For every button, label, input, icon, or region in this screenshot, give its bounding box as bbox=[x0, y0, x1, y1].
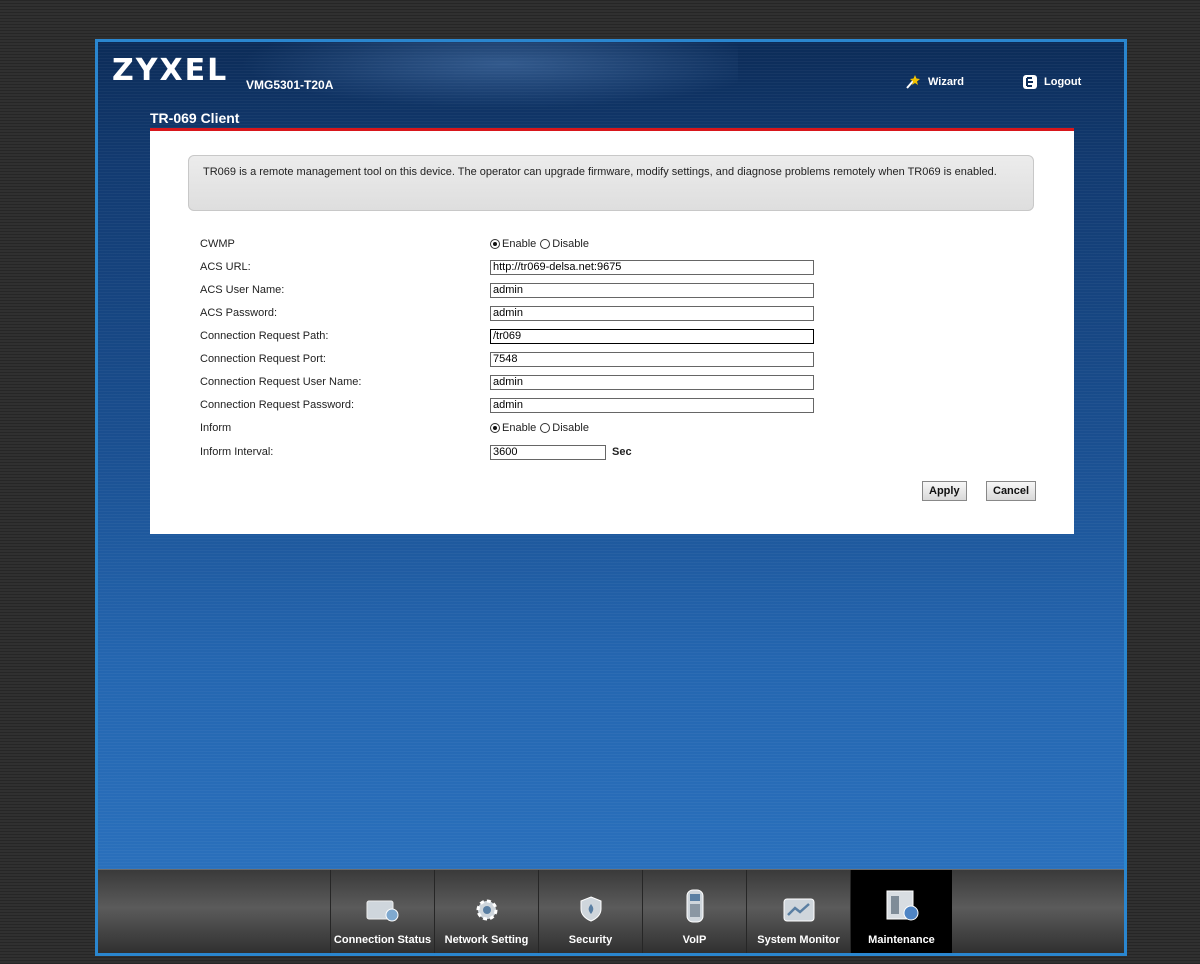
inform-interval-unit: Sec bbox=[612, 446, 632, 458]
conn-user-label: Connection Request User Name: bbox=[200, 376, 362, 388]
inform-disable-label: Disable bbox=[552, 422, 589, 434]
conn-user-input[interactable] bbox=[490, 374, 814, 390]
nav-label: Security bbox=[568, 934, 613, 946]
nav-label: System Monitor bbox=[757, 934, 840, 946]
cwmp-radio-group: Enable Disable bbox=[490, 238, 589, 250]
inform-interval-input[interactable] bbox=[490, 444, 606, 460]
acs-url-row: ACS URL: bbox=[200, 257, 1000, 277]
acs-url-input[interactable] bbox=[490, 259, 814, 275]
acs-password-label: ACS Password: bbox=[200, 307, 278, 319]
phone-icon bbox=[684, 889, 706, 926]
model-name: VMG5301-T20A bbox=[246, 78, 334, 92]
acs-user-row: ACS User Name: bbox=[200, 280, 1000, 300]
cwmp-enable-radio[interactable] bbox=[490, 239, 500, 249]
inform-enable-label: Enable bbox=[502, 422, 537, 434]
inform-label: Inform bbox=[200, 422, 232, 434]
inform-interval-label: Inform Interval: bbox=[200, 446, 274, 458]
acs-user-input[interactable] bbox=[490, 282, 814, 298]
wizard-label: Wizard bbox=[928, 76, 964, 88]
cwmp-disable-radio[interactable] bbox=[540, 239, 551, 249]
content-panel: TR069 is a remote management tool on thi… bbox=[150, 131, 1074, 534]
conn-port-label: Connection Request Port: bbox=[200, 353, 326, 365]
cwmp-label: CWMP bbox=[200, 238, 235, 250]
wizard-button[interactable]: Wizard bbox=[904, 74, 964, 90]
cwmp-enable-label: Enable bbox=[502, 238, 537, 250]
conn-path-input[interactable] bbox=[490, 328, 814, 344]
conn-user-row: Connection Request User Name: bbox=[200, 372, 1000, 392]
logout-icon bbox=[1022, 74, 1038, 90]
zyxel-logo: ZYXEL bbox=[112, 53, 229, 88]
cwmp-row: CWMP Enable Disable bbox=[200, 234, 1000, 254]
conn-password-row: Connection Request Password: bbox=[200, 395, 1000, 415]
logout-button[interactable]: Logout bbox=[1022, 74, 1081, 90]
nav-system-monitor[interactable]: System Monitor bbox=[746, 870, 850, 953]
inform-enable-radio[interactable] bbox=[490, 423, 500, 433]
apply-button[interactable]: Apply bbox=[922, 481, 967, 501]
nav-label: Maintenance bbox=[868, 934, 935, 946]
header-swoosh bbox=[218, 42, 738, 112]
conn-password-label: Connection Request Password: bbox=[200, 399, 355, 411]
logout-label: Logout bbox=[1044, 76, 1082, 88]
cwmp-disable-label: Disable bbox=[552, 238, 589, 250]
bottom-nav-bar: Connection Status Network Setting Securi… bbox=[98, 869, 1124, 953]
conn-password-input[interactable] bbox=[490, 397, 814, 413]
nav-maintenance[interactable]: Maintenance bbox=[850, 870, 952, 953]
acs-url-label: ACS URL: bbox=[200, 261, 251, 273]
conn-port-input[interactable] bbox=[490, 351, 814, 367]
nav-label: VoIP bbox=[682, 934, 707, 946]
conn-path-label: Connection Request Path: bbox=[200, 330, 329, 342]
inform-disable-radio[interactable] bbox=[540, 423, 551, 433]
shield-icon bbox=[578, 895, 604, 926]
info-box: TR069 is a remote management tool on thi… bbox=[188, 155, 1034, 211]
conn-port-row: Connection Request Port: bbox=[200, 349, 1000, 369]
inform-radio-group: Enable Disable bbox=[490, 422, 589, 434]
nav-label: Network Setting bbox=[444, 934, 529, 946]
nav-network-setting[interactable]: Network Setting bbox=[434, 870, 538, 953]
maintenance-icon bbox=[885, 889, 919, 926]
gear-icon bbox=[474, 897, 500, 926]
nav-security[interactable]: Security bbox=[538, 870, 642, 953]
nav-voip[interactable]: VoIP bbox=[642, 870, 746, 953]
connection-status-icon bbox=[366, 897, 400, 926]
wizard-icon bbox=[904, 74, 922, 90]
page-title: TR-069 Client bbox=[150, 110, 240, 126]
acs-user-label: ACS User Name: bbox=[200, 284, 285, 296]
inform-row: Inform Enable Disable bbox=[200, 418, 1000, 438]
inform-interval-row: Inform Interval: Sec bbox=[200, 442, 1000, 462]
app-frame: ZYXEL VMG5301-T20A Wizard Logout TR-069 … bbox=[95, 39, 1127, 956]
acs-password-input[interactable] bbox=[490, 305, 814, 321]
monitor-chart-icon bbox=[783, 897, 815, 926]
cancel-button[interactable]: Cancel bbox=[986, 481, 1037, 501]
nav-label: Connection Status bbox=[333, 934, 432, 946]
acs-password-row: ACS Password: bbox=[200, 303, 1000, 323]
nav-connection-status[interactable]: Connection Status bbox=[330, 870, 434, 953]
conn-path-row: Connection Request Path: bbox=[200, 326, 1000, 346]
